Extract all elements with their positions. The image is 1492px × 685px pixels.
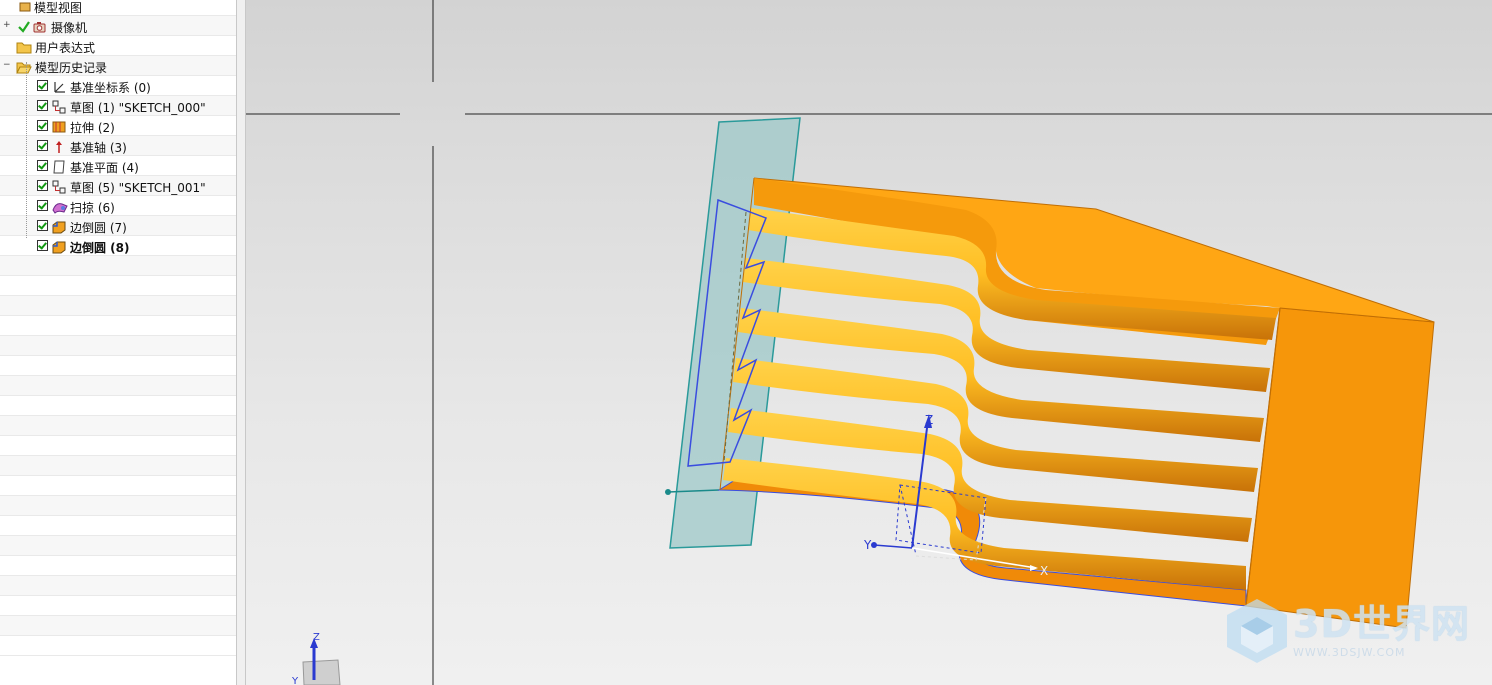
- tree-row-feature[interactable]: 基准轴 (3): [0, 136, 236, 156]
- feature-checkbox[interactable]: [37, 160, 48, 171]
- cube-logo-icon: [1227, 599, 1288, 663]
- empty-row: [0, 336, 236, 356]
- tree-row-feature[interactable]: 边倒圆 (7): [0, 216, 236, 236]
- empty-row: [0, 276, 236, 296]
- tree-row-model-history[interactable]: − 模型历史记录: [0, 56, 236, 76]
- empty-row: [0, 356, 236, 376]
- empty-row: [0, 516, 236, 536]
- sweep-icon: [52, 199, 68, 214]
- empty-row: [0, 556, 236, 576]
- tree-row-feature[interactable]: 草图 (1) "SKETCH_000": [0, 96, 236, 116]
- sketch-icon: [52, 99, 66, 114]
- feature-checkbox[interactable]: [37, 220, 48, 231]
- tree-row-feature[interactable]: 拉伸 (2): [0, 116, 236, 136]
- empty-row: [0, 636, 236, 656]
- graphics-viewport[interactable]: Z Y X Z Y 3D世界网 WWW.3DSJW.COM: [246, 0, 1492, 685]
- part-navigator: 模型视图 + 摄像机 用户表达式 − 模型历史记录 基准坐标系 (0) 草图 (…: [0, 0, 236, 685]
- csys-y-label: Y: [863, 538, 872, 552]
- tree-connector: [26, 62, 27, 238]
- feature-checkbox[interactable]: [37, 180, 48, 191]
- empty-row: [0, 476, 236, 496]
- model-views-icon: [18, 0, 32, 13]
- empty-row: [0, 396, 236, 416]
- feature-checkbox[interactable]: [37, 120, 48, 131]
- watermark-title: 3D世界网: [1293, 601, 1470, 646]
- folder-icon: [16, 39, 32, 54]
- empty-row: [0, 256, 236, 276]
- camera-icon: [33, 19, 47, 33]
- datum-axis-icon: [52, 139, 66, 153]
- extrude-icon: [52, 119, 66, 133]
- feature-checkbox[interactable]: [37, 200, 48, 211]
- tree-row-model-views[interactable]: 模型视图: [0, 0, 236, 16]
- green-check-icon: [17, 19, 31, 33]
- empty-row: [0, 376, 236, 396]
- feature-checkbox[interactable]: [37, 140, 48, 151]
- navigator-tree: 模型视图 + 摄像机 用户表达式 − 模型历史记录 基准坐标系 (0) 草图 (…: [0, 0, 236, 656]
- empty-row: [0, 456, 236, 476]
- expand-icon[interactable]: +: [3, 21, 11, 30]
- empty-row: [0, 596, 236, 616]
- watermark-url: WWW.3DSJW.COM: [1293, 645, 1406, 659]
- model-canvas[interactable]: Z Y X Z Y: [246, 0, 1492, 685]
- triad-z-label: Z: [313, 632, 320, 643]
- feature-checkbox[interactable]: [37, 100, 48, 111]
- datum-plane-icon: [52, 159, 66, 174]
- empty-row: [0, 316, 236, 336]
- watermark: 3D世界网 WWW.3DSJW.COM: [1221, 595, 1470, 667]
- datum-csys-icon: [52, 79, 66, 93]
- edge-blend-icon: [52, 219, 66, 234]
- triad-y-label: Y: [291, 676, 299, 685]
- empty-row: [0, 496, 236, 516]
- tree-row-feature[interactable]: 扫掠 (6): [0, 196, 236, 216]
- feature-checkbox[interactable]: [37, 80, 48, 91]
- empty-row: [0, 416, 236, 436]
- tree-row-feature[interactable]: 基准坐标系 (0): [0, 76, 236, 96]
- edge-blend-icon: [52, 239, 66, 254]
- tree-row-camera[interactable]: + 摄像机: [0, 16, 236, 36]
- csys-x-label: X: [1040, 564, 1048, 578]
- view-triad[interactable]: Z Y: [291, 632, 341, 685]
- csys-z-label: Z: [925, 413, 933, 427]
- empty-row: [0, 576, 236, 596]
- empty-row: [0, 536, 236, 556]
- tree-row-feature[interactable]: 边倒圆 (8): [0, 236, 236, 256]
- tree-row-feature[interactable]: 基准平面 (4): [0, 156, 236, 176]
- collapse-icon[interactable]: −: [3, 61, 11, 70]
- open-folder-icon: [16, 59, 32, 74]
- sketch-icon: [52, 179, 66, 194]
- feature-checkbox[interactable]: [37, 240, 48, 251]
- tree-row-feature[interactable]: 草图 (5) "SKETCH_001": [0, 176, 236, 196]
- empty-row: [0, 296, 236, 316]
- pane-splitter[interactable]: [236, 0, 246, 685]
- empty-row: [0, 436, 236, 456]
- swept-solid-body[interactable]: [717, 177, 1435, 629]
- tree-row-user-expressions[interactable]: 用户表达式: [0, 36, 236, 56]
- empty-row: [0, 616, 236, 636]
